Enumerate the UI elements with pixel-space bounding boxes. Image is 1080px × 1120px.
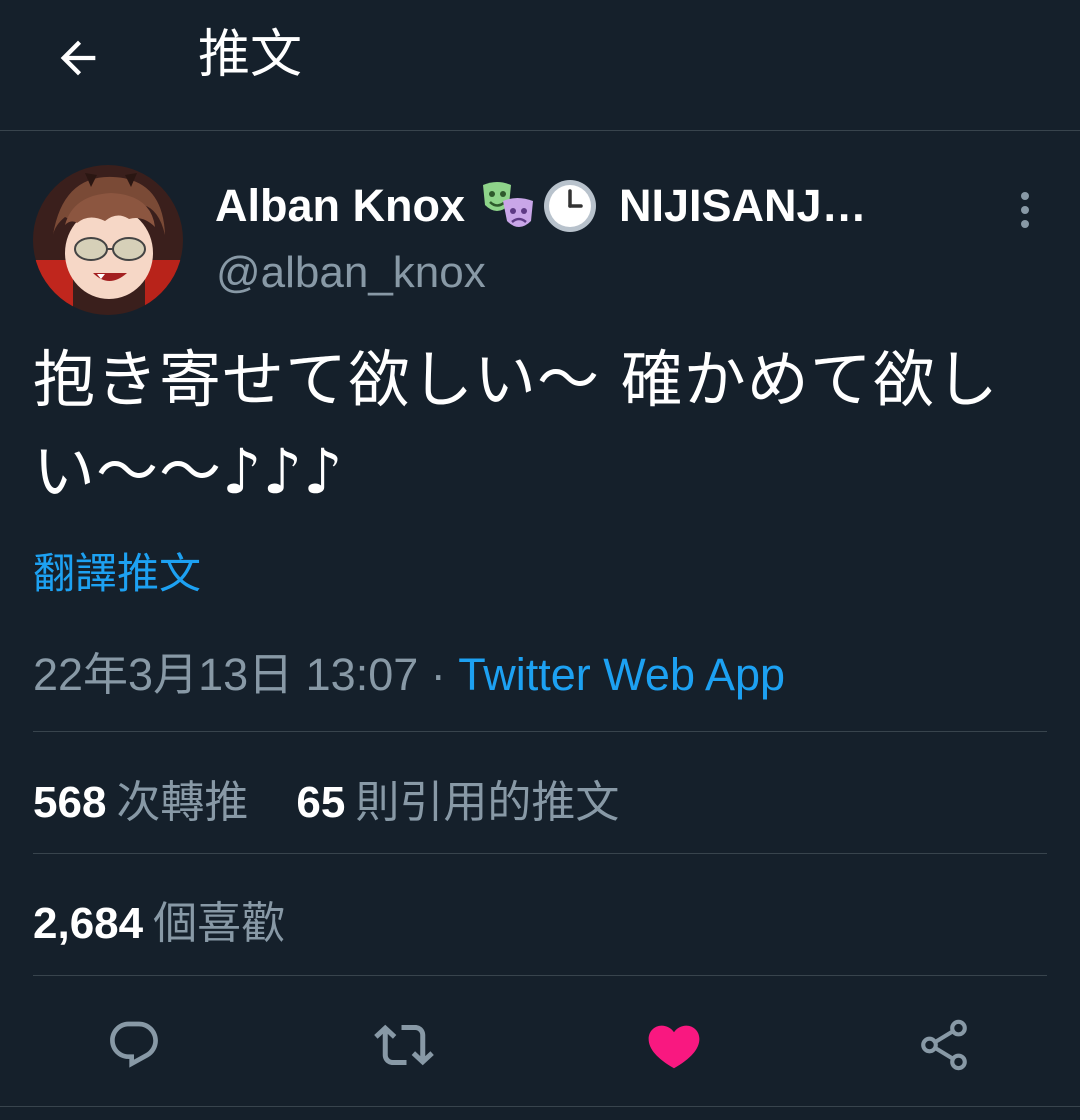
avatar[interactable] <box>33 165 183 315</box>
retweets-label: 次轉推 <box>116 777 249 828</box>
likes-stat[interactable]: 2,684 個喜歡 <box>33 898 285 949</box>
likes-count: 2,684 <box>33 899 144 948</box>
divider <box>33 731 1047 732</box>
retweet-icon <box>374 1024 434 1066</box>
tweet-text: 抱き寄せて欲しい〜 確かめて欲しい〜〜♪♪♪ <box>33 343 999 508</box>
top-bar: 推文 <box>0 0 1080 131</box>
back-button[interactable] <box>48 28 108 88</box>
arrow-left-icon <box>60 40 96 76</box>
display-name: Alban Knox <box>215 180 466 231</box>
likes-stats: 2,684 個喜歡 <box>33 887 285 951</box>
quotes-count: 65 <box>296 778 346 827</box>
meta-separator: · <box>418 649 459 700</box>
reply-icon <box>110 1021 158 1068</box>
user-avatar <box>33 165 183 315</box>
timestamp: 22年3月13日 13:07 <box>33 649 419 700</box>
retweets-count: 568 <box>33 778 107 827</box>
quotes-stat[interactable]: 65 則引用的推文 <box>296 777 619 828</box>
tweet-meta: 22年3月13日 13:07 · Twitter Web App <box>33 638 785 703</box>
retweet-quote-stats: 568 次轉推 65 則引用的推文 <box>33 766 619 830</box>
share-icon <box>921 1019 967 1071</box>
page-title: 推文 <box>198 25 303 85</box>
user-handle[interactable]: @alban_knox <box>216 248 486 298</box>
quotes-label: 則引用的推文 <box>355 777 620 828</box>
divider <box>33 853 1047 854</box>
more-options-button[interactable] <box>1004 186 1046 234</box>
org-name: NIJISANJ… <box>619 180 867 231</box>
clock-icon <box>541 177 599 235</box>
reply-button[interactable] <box>101 1012 167 1078</box>
heart-icon <box>648 1025 700 1069</box>
translate-tweet-link[interactable]: 翻譯推文 <box>33 540 201 601</box>
author-name-row[interactable]: Alban Knox NIJISANJ… <box>215 174 945 238</box>
more-vertical-icon <box>1021 192 1029 228</box>
likes-label: 個喜歡 <box>153 898 286 949</box>
source-link[interactable]: Twitter Web App <box>458 649 785 700</box>
retweets-stat[interactable]: 568 次轉推 <box>33 777 248 828</box>
divider <box>33 975 1047 976</box>
bottom-divider <box>0 1106 1080 1107</box>
performing-arts-icon <box>479 177 537 235</box>
share-button[interactable] <box>911 1012 977 1078</box>
tweet-actions-bar <box>0 1000 1080 1090</box>
retweet-button[interactable] <box>371 1012 437 1078</box>
like-button[interactable] <box>641 1012 707 1078</box>
